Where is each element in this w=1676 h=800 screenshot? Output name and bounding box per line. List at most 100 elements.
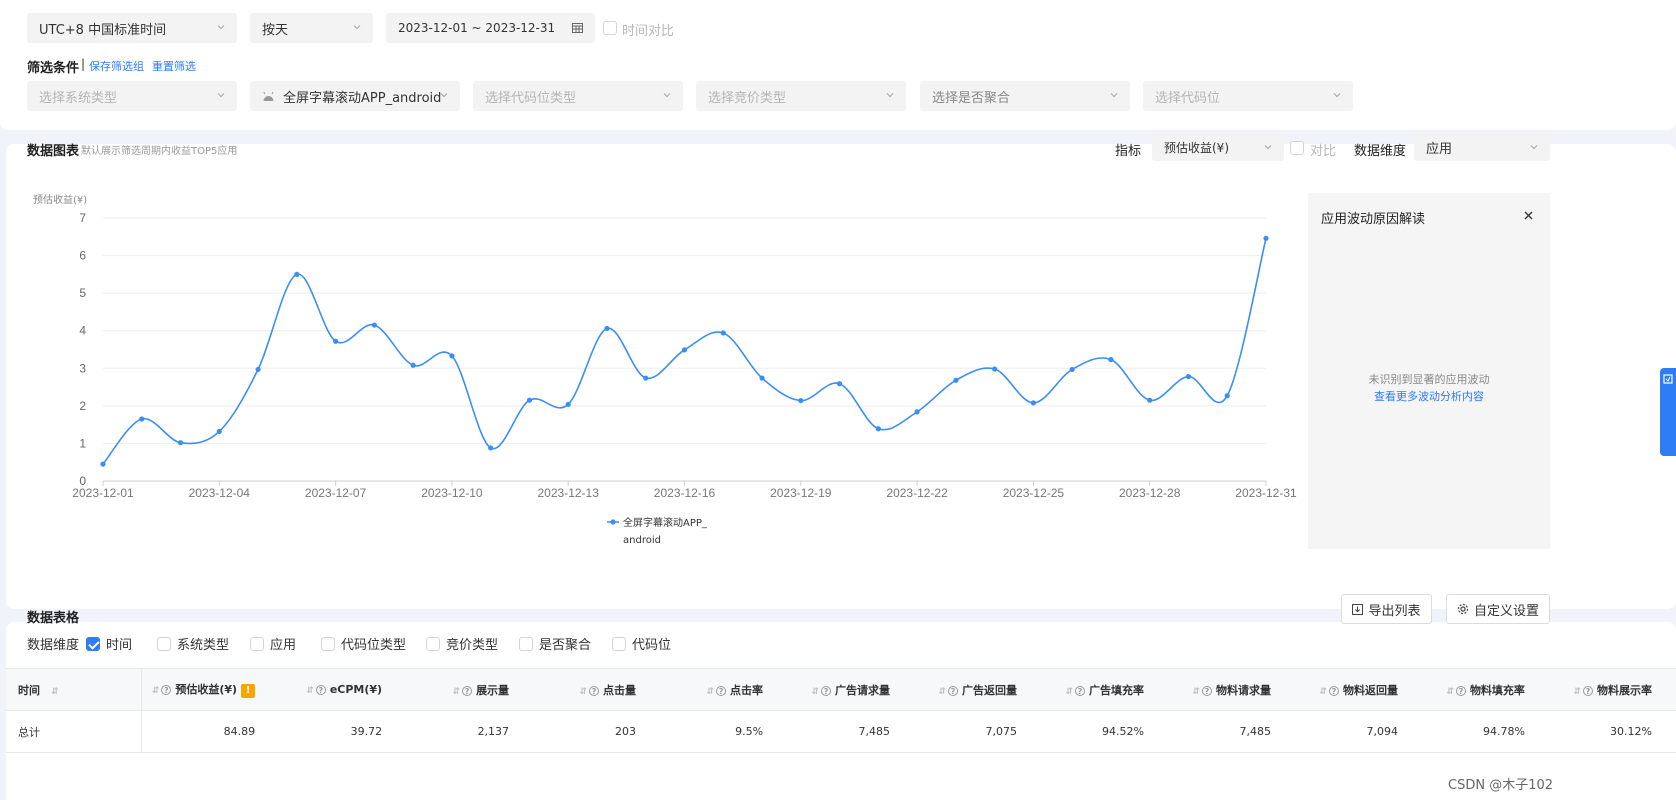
dimension-option[interactable]: 系统类型 [157, 634, 229, 653]
column-header[interactable]: ⇵? 广告返回量 [914, 668, 1041, 711]
data-point [488, 445, 494, 451]
dimension-option[interactable]: 代码位类型 [321, 634, 406, 653]
help-icon[interactable]: ? [1583, 685, 1593, 696]
column-header-label: 物料请求量 [1215, 683, 1271, 697]
column-header-label: 物料返回量 [1342, 683, 1398, 697]
sort-icon[interactable]: ⇵ [152, 686, 160, 696]
export-list-button[interactable]: 导出列表 [1341, 594, 1432, 624]
data-point [177, 440, 184, 446]
dimension-option[interactable]: 代码位 [612, 634, 671, 653]
data-point [798, 397, 804, 404]
help-icon[interactable]: ? [161, 685, 172, 695]
help-icon[interactable]: ? [589, 685, 600, 696]
help-icon[interactable]: ? [948, 685, 958, 696]
column-header[interactable]: ⇵? 展示量 [406, 668, 534, 711]
revenue-line-chart: 01234567预估收益(¥)2023-12-01 2023-12-04 2023-… [33, 193, 1297, 546]
help-icon[interactable]: ? [1201, 685, 1212, 696]
sort-icon[interactable]: ⇵ [1573, 687, 1581, 697]
data-point [836, 381, 843, 387]
data-point [953, 377, 959, 383]
sort-icon[interactable]: ⇵ [1192, 687, 1200, 697]
column-header[interactable]: ⇵? 广告请求量 [787, 668, 915, 711]
feedback-side-tab[interactable] [1660, 368, 1676, 456]
data-point [449, 353, 455, 359]
column-header[interactable]: 时间 ⇵ [6, 668, 143, 711]
data-point [1108, 357, 1114, 363]
sort-icon[interactable]: ⇵ [1446, 687, 1454, 697]
data-point [565, 401, 571, 407]
y-tick-label: 4 [79, 324, 86, 338]
dimension-checkbox[interactable] [519, 636, 533, 651]
dimension-checkbox[interactable] [612, 636, 626, 651]
dimension-checkbox[interactable] [250, 636, 264, 651]
dimension-checkbox[interactable] [86, 636, 100, 651]
dimension-select[interactable]: 应用 [1414, 133, 1550, 161]
sort-icon[interactable]: ⇵ [811, 687, 819, 697]
help-icon[interactable]: ? [462, 685, 473, 696]
column-header-label: 物料填充率 [1469, 683, 1525, 697]
data-point [216, 428, 222, 435]
chevron-down-icon [1530, 145, 1538, 150]
y-tick-label: 7 [79, 211, 86, 225]
data-point [875, 426, 881, 432]
column-header[interactable]: ⇵? 物料返回量 [1294, 668, 1422, 711]
data-point [759, 375, 765, 381]
sort-icon[interactable]: ⇵ [580, 687, 588, 697]
column-header-label: 点击量 [603, 683, 637, 697]
help-icon[interactable]: ? [716, 685, 727, 696]
close-icon[interactable] [1524, 211, 1533, 220]
dimension-checkbox[interactable] [157, 636, 171, 651]
column-header[interactable]: ⇵? 点击率 [660, 668, 788, 711]
column-header-label: 预估收益(¥) [175, 683, 238, 696]
sort-icon[interactable]: ⇵ [1065, 687, 1073, 697]
help-icon[interactable]: ? [315, 685, 326, 695]
sort-icon[interactable]: ⇵ [453, 687, 461, 697]
column-header[interactable]: ⇵? 物料填充率 [1421, 668, 1549, 711]
dimension-label: 数据维度 [1354, 144, 1407, 159]
column-header[interactable]: ⇵? 物料展示率 [1548, 668, 1676, 711]
sort-icon[interactable]: ⇵ [706, 687, 714, 697]
dimension-option[interactable]: 应用 [250, 634, 296, 653]
dimension-option[interactable]: 是否聚合 [519, 634, 591, 653]
sort-icon[interactable]: ⇵ [1319, 687, 1327, 697]
x-tick-label: 2023-12-01 [72, 486, 134, 500]
table-cell: 7,485 [1167, 710, 1295, 753]
x-tick-label: 2023-12-31 [1235, 486, 1297, 500]
more-analysis-link[interactable]: 查看更多波动分析内容 [1308, 388, 1550, 404]
column-header[interactable]: ⇵? 物料请求量 [1167, 668, 1295, 711]
warning-icon[interactable]: ! [241, 684, 256, 698]
data-point [720, 330, 726, 336]
dimension-checkbox[interactable] [426, 636, 440, 651]
x-tick-label: 2023-12-10 [421, 486, 483, 500]
y-axis-label: 预估收益(¥) [33, 193, 87, 206]
custom-settings-button[interactable]: 自定义设置 [1446, 594, 1550, 624]
table-cell: 总计 [6, 710, 143, 753]
x-tick-label: 2023-12-07 [305, 486, 367, 500]
y-tick-label: 5 [79, 286, 86, 300]
table-section-title: 数据表格 [27, 611, 80, 626]
table-cell: 84.89 [141, 710, 280, 753]
sort-icon[interactable]: ⇵ [306, 686, 314, 696]
fluctuation-panel: 应用波动原因解读 未识别到显著的应用波动 查看更多波动分析内容 [1308, 193, 1550, 549]
column-header-label: 广告请求量 [835, 683, 891, 697]
column-header[interactable]: ⇵? 点击量 [533, 668, 661, 711]
help-icon[interactable]: ? [1455, 685, 1466, 696]
help-icon[interactable]: ? [821, 685, 832, 696]
help-icon[interactable]: ? [1328, 685, 1339, 696]
data-point [1185, 373, 1192, 380]
data-point [410, 362, 416, 368]
column-header-label: 时间 [18, 683, 40, 697]
dimension-option-label: 系统类型 [177, 638, 230, 653]
chart-compare-label: 对比 [1310, 144, 1337, 159]
table-cell: 7,075 [914, 710, 1041, 753]
column-header[interactable]: ⇵? 广告填充率 [1041, 668, 1168, 711]
column-header[interactable]: ⇵? eCPM(¥) [279, 668, 407, 711]
help-icon[interactable]: ? [1074, 685, 1085, 696]
dimension-option[interactable]: 竞价类型 [426, 634, 498, 653]
sort-icon[interactable]: ⇵ [48, 687, 59, 697]
table-body: 总计 84.89 39.72 2,137 203 9.5% 7,485 7,075 94.52%… [6, 710, 1676, 753]
dimension-option[interactable]: 时间 [86, 634, 132, 653]
sort-icon[interactable]: ⇵ [938, 687, 946, 697]
dimension-checkbox[interactable] [321, 636, 335, 651]
column-header[interactable]: ⇵? 预估收益(¥)! [141, 668, 280, 711]
